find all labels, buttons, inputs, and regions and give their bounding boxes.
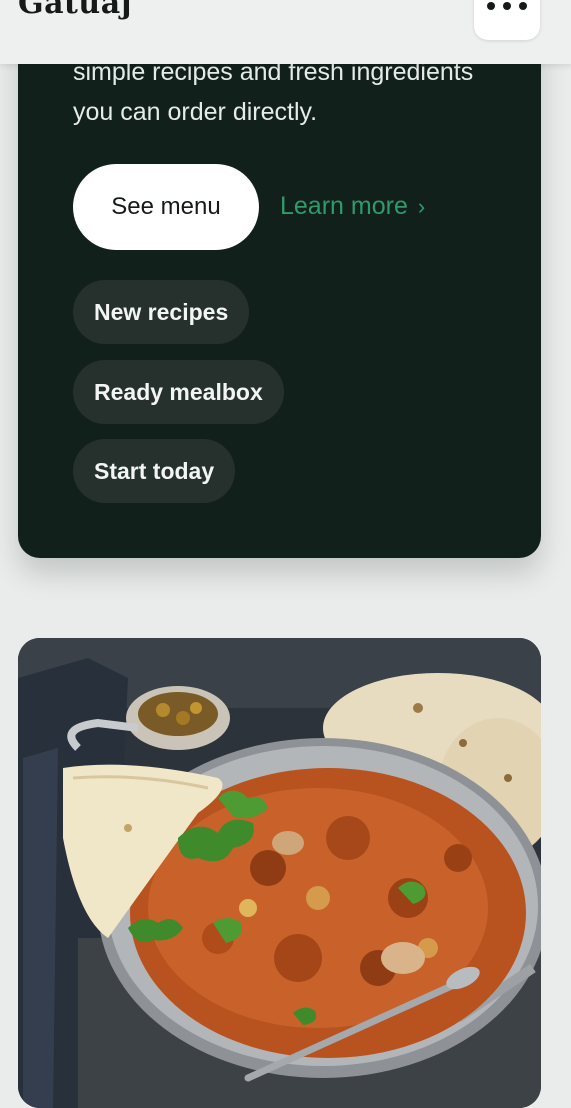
site-header: Gatuaj	[0, 0, 571, 64]
tag-start-today[interactable]: Start today	[73, 439, 236, 503]
learn-more-label: Learn more	[280, 192, 408, 220]
hero-card: simple recipes and fresh ingredients you…	[18, 0, 541, 558]
hero-intro-text: simple recipes and fresh ingredients you…	[73, 58, 474, 126]
tag-new-recipes[interactable]: New recipes	[73, 280, 250, 344]
learn-more-link[interactable]: Learn more ›	[280, 188, 425, 224]
more-dots-icon	[487, 2, 527, 10]
more-menu-button[interactable]	[474, 0, 540, 40]
site-logo[interactable]: Gatuaj	[18, 0, 132, 21]
chevron-right-icon: ›	[417, 194, 426, 219]
food-photo	[18, 638, 541, 1108]
see-menu-button[interactable]: See menu	[73, 164, 259, 250]
tag-ready-mealbox[interactable]: Ready mealbox	[73, 360, 284, 424]
food-photo-illustration	[18, 638, 541, 1108]
